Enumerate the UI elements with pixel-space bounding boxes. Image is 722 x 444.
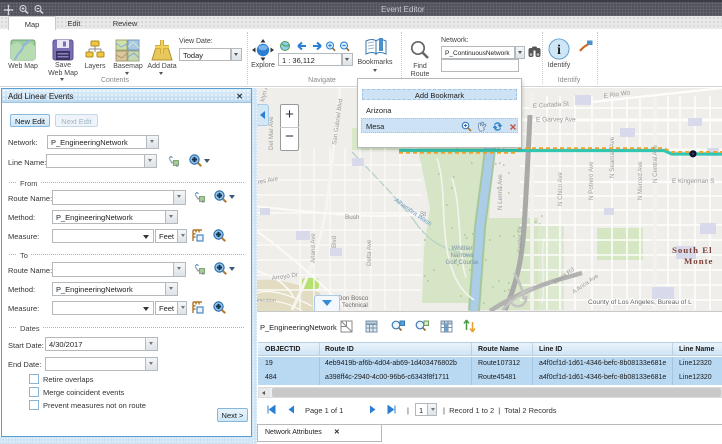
svg-text:E Kingerman S: E Kingerman S [672,178,714,185]
svg-text:i: i [557,42,561,57]
svg-text:Delta Ave: Delta Ave [366,239,373,266]
svg-text:Don Bosco: Don Bosco [338,295,369,302]
svg-text:County of Los Angeles, Bureau: County of Los Angeles, Bureau of L [588,299,692,306]
svg-text:Technical: Technical [342,302,368,309]
svg-text:N Merced Ave: N Merced Ave [637,161,644,200]
svg-text:N Chico Ave: N Chico Ave [557,172,564,206]
svg-text:Center Dr: Center Dr [517,226,524,253]
svg-text:South El: South El [672,245,713,255]
svg-text:Blvd: Blvd [331,235,338,248]
svg-text:E Garvey Ave: E Garvey Ave [536,117,576,124]
svg-text:N Central Ave: N Central Ave [652,144,659,183]
svg-text:N Potrero Ave: N Potrero Ave [588,161,595,200]
svg-text:N Lerma Ave: N Lerma Ave [497,174,504,210]
svg-text:Narrows: Narrows [450,252,473,259]
svg-text:Golf Course: Golf Course [445,259,479,266]
svg-text:N Seaman Ave: N Seaman Ave [609,136,616,178]
svg-text:Bush: Bush [345,214,360,221]
svg-text:Arland Ave: Arland Ave [310,233,317,263]
svg-text:Del Mar Ave: Del Mar Ave [268,116,275,150]
svg-text:Monte: Monte [684,256,713,266]
svg-text:Whittier: Whittier [452,245,473,252]
